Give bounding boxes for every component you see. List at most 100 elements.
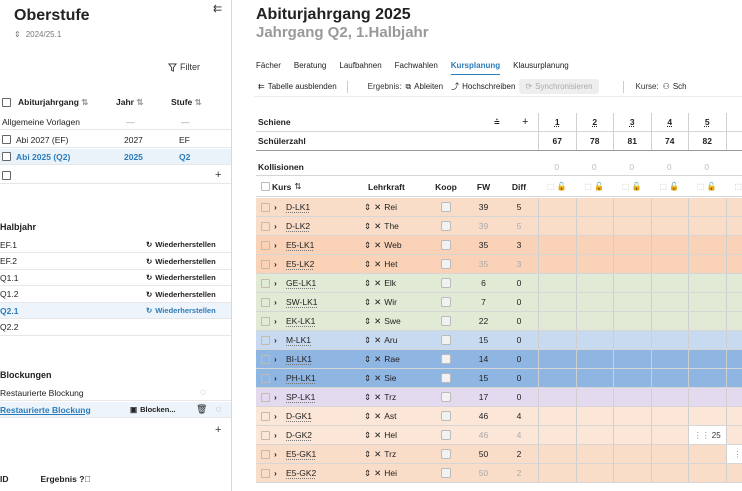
schiene-cell[interactable]: [688, 198, 726, 216]
kurs-name[interactable]: M-LK1: [286, 331, 356, 349]
kurs-checkbox[interactable]: [261, 388, 271, 406]
remove-lehrkraft-icon[interactable]: ✕: [374, 259, 381, 270]
kurs-checkbox[interactable]: [261, 445, 271, 463]
schiene-number[interactable]: 1: [538, 113, 576, 131]
kurs-placement[interactable]: ⋮⋮2: [734, 450, 742, 459]
blocken-button[interactable]: ▣ Blocken...: [130, 405, 196, 414]
schiene-cell[interactable]: [538, 255, 576, 273]
updown-icon[interactable]: ⇕: [364, 316, 371, 327]
updown-icon[interactable]: ⇕: [364, 354, 371, 365]
schiene-cell[interactable]: [575, 293, 614, 311]
tab-klausurplanung[interactable]: Klausurplanung: [513, 61, 569, 75]
kurs-checkbox[interactable]: [261, 255, 271, 273]
lehrkraft-cell[interactable]: ⇕ ✕ Ast: [364, 407, 424, 425]
expand-chevron-icon[interactable]: ›: [274, 236, 284, 254]
halbjahr-row[interactable]: EF.1 ↻ Wiederherstellen: [0, 237, 231, 253]
hochschreiben-button[interactable]: ⤴ Hochschreiben: [447, 81, 519, 92]
koop-checkbox[interactable]: [426, 350, 466, 368]
expand-chevron-icon[interactable]: ›: [274, 407, 284, 425]
koop-checkbox[interactable]: [426, 198, 466, 216]
remove-lehrkraft-icon[interactable]: ✕: [374, 354, 381, 365]
jahrgang-row[interactable]: Abi 2027 (EF) 2027 EF: [0, 132, 231, 148]
schiene-cell[interactable]: [650, 198, 689, 216]
drag-handle-icon[interactable]: ⋮⋮: [734, 450, 742, 459]
schiene-cell[interactable]: [575, 369, 614, 387]
schiene-cell[interactable]: [688, 369, 726, 387]
koop-checkbox[interactable]: [426, 312, 466, 330]
schiene-cell[interactable]: [538, 426, 576, 444]
unlock-icon[interactable]: ⬚ 🔓: [547, 182, 567, 191]
lehrkraft-cell[interactable]: ⇕ ✕ Hel: [364, 426, 424, 444]
schiene-cell[interactable]: [688, 274, 726, 292]
kurs-checkbox[interactable]: [261, 350, 271, 368]
tab-beratung[interactable]: Beratung: [294, 61, 326, 75]
schiene-cell[interactable]: [575, 312, 614, 330]
schiene-number[interactable]: 2: [575, 113, 614, 131]
row-checkbox[interactable]: [2, 171, 11, 180]
schiene-cell[interactable]: [575, 464, 614, 482]
kurs-name[interactable]: EK-LK1: [286, 312, 356, 330]
kurs-checkbox[interactable]: [261, 198, 271, 216]
expand-chevron-icon[interactable]: ›: [274, 274, 284, 292]
schiene-cell[interactable]: [575, 198, 614, 216]
kurs-name[interactable]: SP-LK1: [286, 388, 356, 406]
schiene-cell[interactable]: [538, 350, 576, 368]
koop-checkbox[interactable]: [426, 388, 466, 406]
schiene-cell[interactable]: [725, 312, 742, 330]
kurse-schueler-button[interactable]: ⚇ Sch: [659, 82, 691, 91]
halbjahr-row[interactable]: Q2.2: [0, 320, 231, 336]
restore-button[interactable]: ↻ Wiederherstellen: [146, 306, 216, 315]
remove-lehrkraft-icon[interactable]: ✕: [374, 449, 381, 460]
unlock-icon[interactable]: ⬚ 🔓: [659, 182, 679, 191]
schiene-cell[interactable]: [725, 369, 742, 387]
schiene-cell[interactable]: [725, 217, 742, 235]
lehrkraft-cell[interactable]: ⇕ ✕ Trz: [364, 388, 424, 406]
schiene-cell[interactable]: [538, 331, 576, 349]
expand-chevron-icon[interactable]: ›: [274, 388, 284, 406]
updown-icon[interactable]: ⇕: [364, 411, 371, 422]
koop-checkbox[interactable]: [426, 369, 466, 387]
remove-lehrkraft-icon[interactable]: ✕: [374, 297, 381, 308]
remove-lehrkraft-icon[interactable]: ✕: [374, 316, 381, 327]
schiene-cell[interactable]: [650, 217, 689, 235]
lehrkraft-cell[interactable]: ⇕ ✕ Hei: [364, 464, 424, 482]
schiene-cell[interactable]: [650, 312, 689, 330]
kurs-checkbox[interactable]: [261, 293, 271, 311]
halbjahr-row[interactable]: Q1.1 ↻ Wiederherstellen: [0, 270, 231, 286]
koop-checkbox[interactable]: [426, 236, 466, 254]
schiene-cell[interactable]: [650, 274, 689, 292]
schiene-cell[interactable]: [575, 350, 614, 368]
koop-checkbox[interactable]: [426, 217, 466, 235]
schiene-cell[interactable]: ⋮⋮ 25: [688, 426, 726, 444]
kurs-name[interactable]: PH-LK1: [286, 369, 356, 387]
schiene-cell[interactable]: [725, 293, 742, 311]
expand-chevron-icon[interactable]: ›: [274, 445, 284, 463]
halbjahr-row[interactable]: Q2.1 ↻ Wiederherstellen: [0, 303, 231, 319]
schiene-cell[interactable]: [575, 217, 614, 235]
synchronisieren-button[interactable]: ⟳ Synchronisieren: [519, 79, 599, 94]
schuljahr-selector[interactable]: ⇕ 2024/25.1: [14, 30, 61, 39]
kurs-name[interactable]: E5-LK1: [286, 236, 356, 254]
schiene-cell[interactable]: [613, 426, 651, 444]
expand-chevron-icon[interactable]: ›: [274, 198, 284, 216]
schiene-cell[interactable]: [650, 350, 689, 368]
restore-button[interactable]: ↻ Wiederherstellen: [146, 257, 216, 266]
schiene-cell[interactable]: [688, 388, 726, 406]
schiene-cell[interactable]: [725, 464, 742, 482]
expand-chevron-icon[interactable]: ›: [274, 293, 284, 311]
ableiten-button[interactable]: ⧉ Ableiten: [401, 82, 447, 92]
add-jahrgang-button[interactable]: +: [215, 169, 221, 181]
col-jahr[interactable]: Jahr ⇅: [116, 97, 171, 108]
updown-icon[interactable]: ⇕: [364, 335, 371, 346]
kurs-name[interactable]: E5-GK1: [286, 445, 356, 463]
lehrkraft-cell[interactable]: ⇕ ✕ Sie: [364, 369, 424, 387]
expand-chevron-icon[interactable]: ›: [274, 426, 284, 444]
schiene-cell[interactable]: [613, 255, 651, 273]
col-stufe[interactable]: Stufe ⇅: [171, 97, 202, 108]
kurs-name[interactable]: SW-LK1: [286, 293, 356, 311]
schiene-cell[interactable]: [613, 312, 651, 330]
schiene-cell[interactable]: [538, 464, 576, 482]
updown-icon[interactable]: ⇕: [364, 221, 371, 232]
schiene-cell[interactable]: ⋮⋮2: [725, 445, 742, 463]
halbjahr-row[interactable]: Q1.2 ↻ Wiederherstellen: [0, 287, 231, 303]
